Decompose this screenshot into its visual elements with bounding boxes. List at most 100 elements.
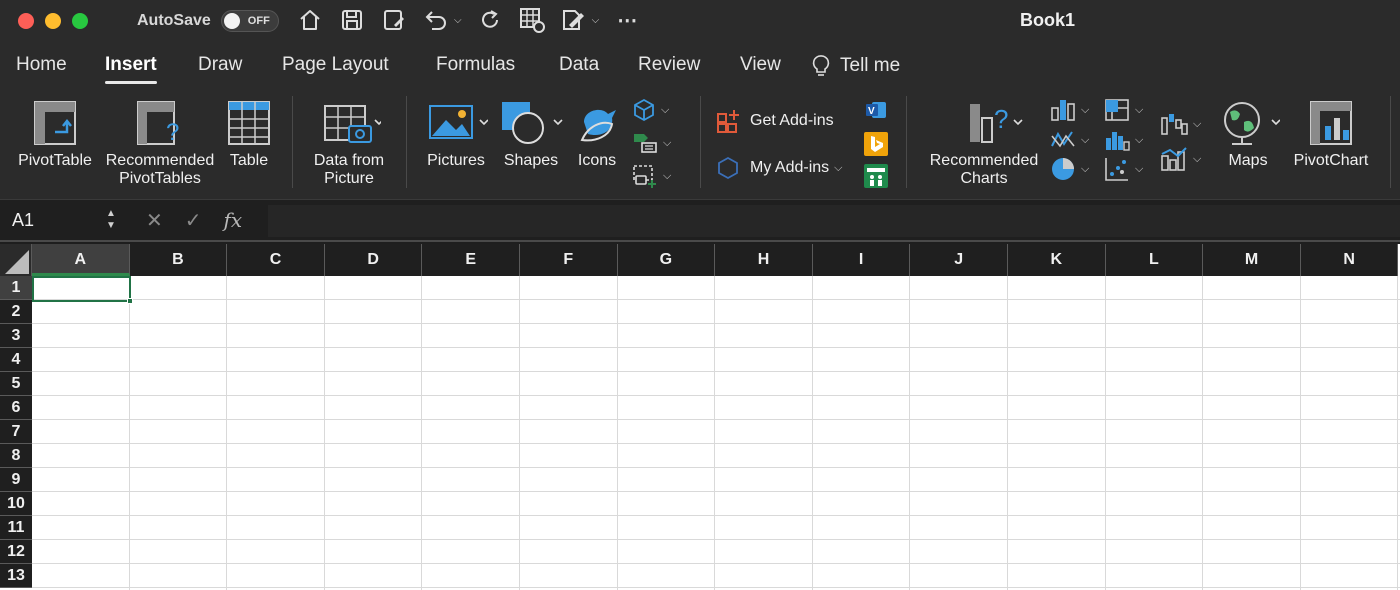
column-header-d[interactable]: D [324, 244, 423, 276]
column-header-f[interactable]: F [520, 244, 618, 276]
ribbon-separator [406, 96, 407, 188]
shapes-button[interactable]: Shapes [496, 100, 566, 170]
column-chart-button[interactable]: ⌵ [1050, 98, 1089, 122]
column-header-e[interactable]: E [422, 244, 520, 276]
tab-insert[interactable]: Insert [105, 54, 157, 84]
checkmark-icon[interactable]: ✓ [185, 208, 202, 233]
recommended-charts-button[interactable]: ? Recommended Charts [924, 100, 1044, 188]
recommended-pivottables-button[interactable]: ? Recommended PivotTables [102, 100, 218, 188]
edit-document-icon[interactable] [560, 6, 588, 34]
row-header-13[interactable]: 13 [0, 564, 32, 588]
row-header-11[interactable]: 11 [0, 516, 32, 540]
row-gridline [32, 323, 1400, 324]
home-icon[interactable] [296, 6, 324, 34]
visio-addin-button[interactable]: V [864, 98, 888, 122]
row-header-9[interactable]: 9 [0, 468, 32, 492]
icons-button[interactable]: Icons [572, 100, 622, 170]
hierarchy-chart-button[interactable]: ⌵ [1104, 98, 1143, 122]
undo-icon[interactable] [422, 6, 450, 34]
pivotchart-label: PivotChart [1293, 152, 1369, 169]
column-header-l[interactable]: L [1105, 244, 1204, 276]
minimize-window-button[interactable] [45, 13, 61, 29]
maps-button[interactable]: Maps [1216, 100, 1280, 170]
column-header-b[interactable]: B [129, 244, 228, 276]
column-header-n[interactable]: N [1300, 244, 1399, 276]
tell-me[interactable]: Tell me [812, 54, 900, 78]
formula-input[interactable] [268, 205, 1400, 237]
statistic-chart-button[interactable]: ⌵ [1104, 128, 1143, 152]
autosave-toggle[interactable]: OFF [220, 10, 279, 32]
row-header-7[interactable]: 7 [0, 420, 32, 444]
my-addins-label: My Add-ins [750, 159, 830, 176]
select-all-button[interactable] [0, 244, 32, 276]
function-icon[interactable]: fx [224, 208, 243, 233]
table-button[interactable]: Table [224, 100, 274, 170]
column-header-m[interactable]: M [1203, 244, 1301, 276]
statistic-dropdown-icon: ⌵ [1135, 133, 1144, 146]
get-addins-button[interactable]: Get Add-ins [716, 108, 834, 134]
pictures-button[interactable]: Pictures [420, 100, 492, 170]
bing-icon [864, 132, 888, 156]
pivottable-button[interactable]: PivotTable [14, 100, 96, 170]
undo-dropdown-icon[interactable]: ⌵ [454, 15, 462, 26]
row-header-1[interactable]: 1 [0, 276, 32, 300]
screenshot-button[interactable]: ⌵ [632, 164, 671, 188]
row-header-4[interactable]: 4 [0, 348, 32, 372]
my-addins-button[interactable]: My Add-ins ⌵ [716, 156, 842, 180]
icons-label: Icons [577, 152, 617, 169]
smartart-button[interactable]: ⌵ [632, 132, 671, 154]
tab-view[interactable]: View [740, 54, 781, 76]
waterfall-chart-button[interactable]: ⌵ [1160, 112, 1201, 136]
line-chart-button[interactable]: ⌵ [1050, 128, 1089, 152]
column-header-a[interactable]: A [32, 244, 130, 276]
tab-review[interactable]: Review [638, 54, 700, 76]
save-icon[interactable] [338, 6, 366, 34]
more-icon[interactable]: ⋯ [613, 6, 641, 34]
fill-handle[interactable] [127, 298, 133, 304]
column-header-i[interactable]: I [812, 244, 911, 276]
table-settings-icon[interactable] [518, 6, 546, 34]
pivotchart-button[interactable]: PivotChart [1288, 100, 1374, 170]
name-box-stepper[interactable]: ▲ ▼ [106, 208, 116, 232]
save-as-icon[interactable] [380, 6, 408, 34]
close-window-button[interactable] [18, 13, 34, 29]
my-addins-dropdown-icon: ⌵ [834, 161, 843, 174]
get-addins-icon [717, 110, 739, 133]
people-graph-button[interactable] [864, 164, 888, 188]
pie-chart-button[interactable]: ⌵ [1050, 156, 1089, 182]
column-header-g[interactable]: G [617, 244, 716, 276]
zoom-window-button[interactable] [72, 13, 88, 29]
column-header-h[interactable]: H [715, 244, 813, 276]
data-from-picture-button[interactable]: Data from Picture [306, 100, 392, 188]
column-header-j[interactable]: J [910, 244, 1008, 276]
cancel-icon[interactable]: ✕ [146, 208, 163, 233]
svg-text:V: V [868, 106, 875, 117]
row-header-10[interactable]: 10 [0, 492, 32, 516]
tab-data[interactable]: Data [559, 54, 599, 76]
column-header-c[interactable]: C [227, 244, 325, 276]
smartart-icon [634, 134, 657, 153]
active-cell[interactable] [32, 276, 131, 302]
row-header-12[interactable]: 12 [0, 540, 32, 564]
edit-dropdown-icon[interactable]: ⌵ [592, 15, 600, 26]
3d-models-dropdown-icon: ⌵ [661, 103, 670, 116]
combo-chart-button[interactable]: ⌵ [1160, 146, 1201, 172]
tab-home[interactable]: Home [16, 54, 67, 76]
row-header-5[interactable]: 5 [0, 372, 32, 396]
tab-draw[interactable]: Draw [198, 54, 242, 76]
pictures-label: Pictures [427, 152, 485, 169]
pictures-icon [429, 105, 488, 139]
row-gridline [32, 467, 1400, 468]
redo-icon[interactable] [476, 6, 504, 34]
tab-formulas[interactable]: Formulas [436, 54, 515, 76]
column-header-k[interactable]: K [1008, 244, 1106, 276]
ribbon-insert: PivotTable ? Recommended PivotTables Tab… [0, 88, 1400, 200]
3d-models-button[interactable]: ⌵ [632, 98, 669, 122]
tab-page-layout[interactable]: Page Layout [282, 54, 389, 76]
bing-maps-button[interactable] [864, 132, 888, 156]
row-header-2[interactable]: 2 [0, 300, 32, 324]
row-header-8[interactable]: 8 [0, 444, 32, 468]
row-header-6[interactable]: 6 [0, 396, 32, 420]
scatter-chart-button[interactable]: ⌵ [1104, 156, 1143, 182]
row-header-3[interactable]: 3 [0, 324, 32, 348]
